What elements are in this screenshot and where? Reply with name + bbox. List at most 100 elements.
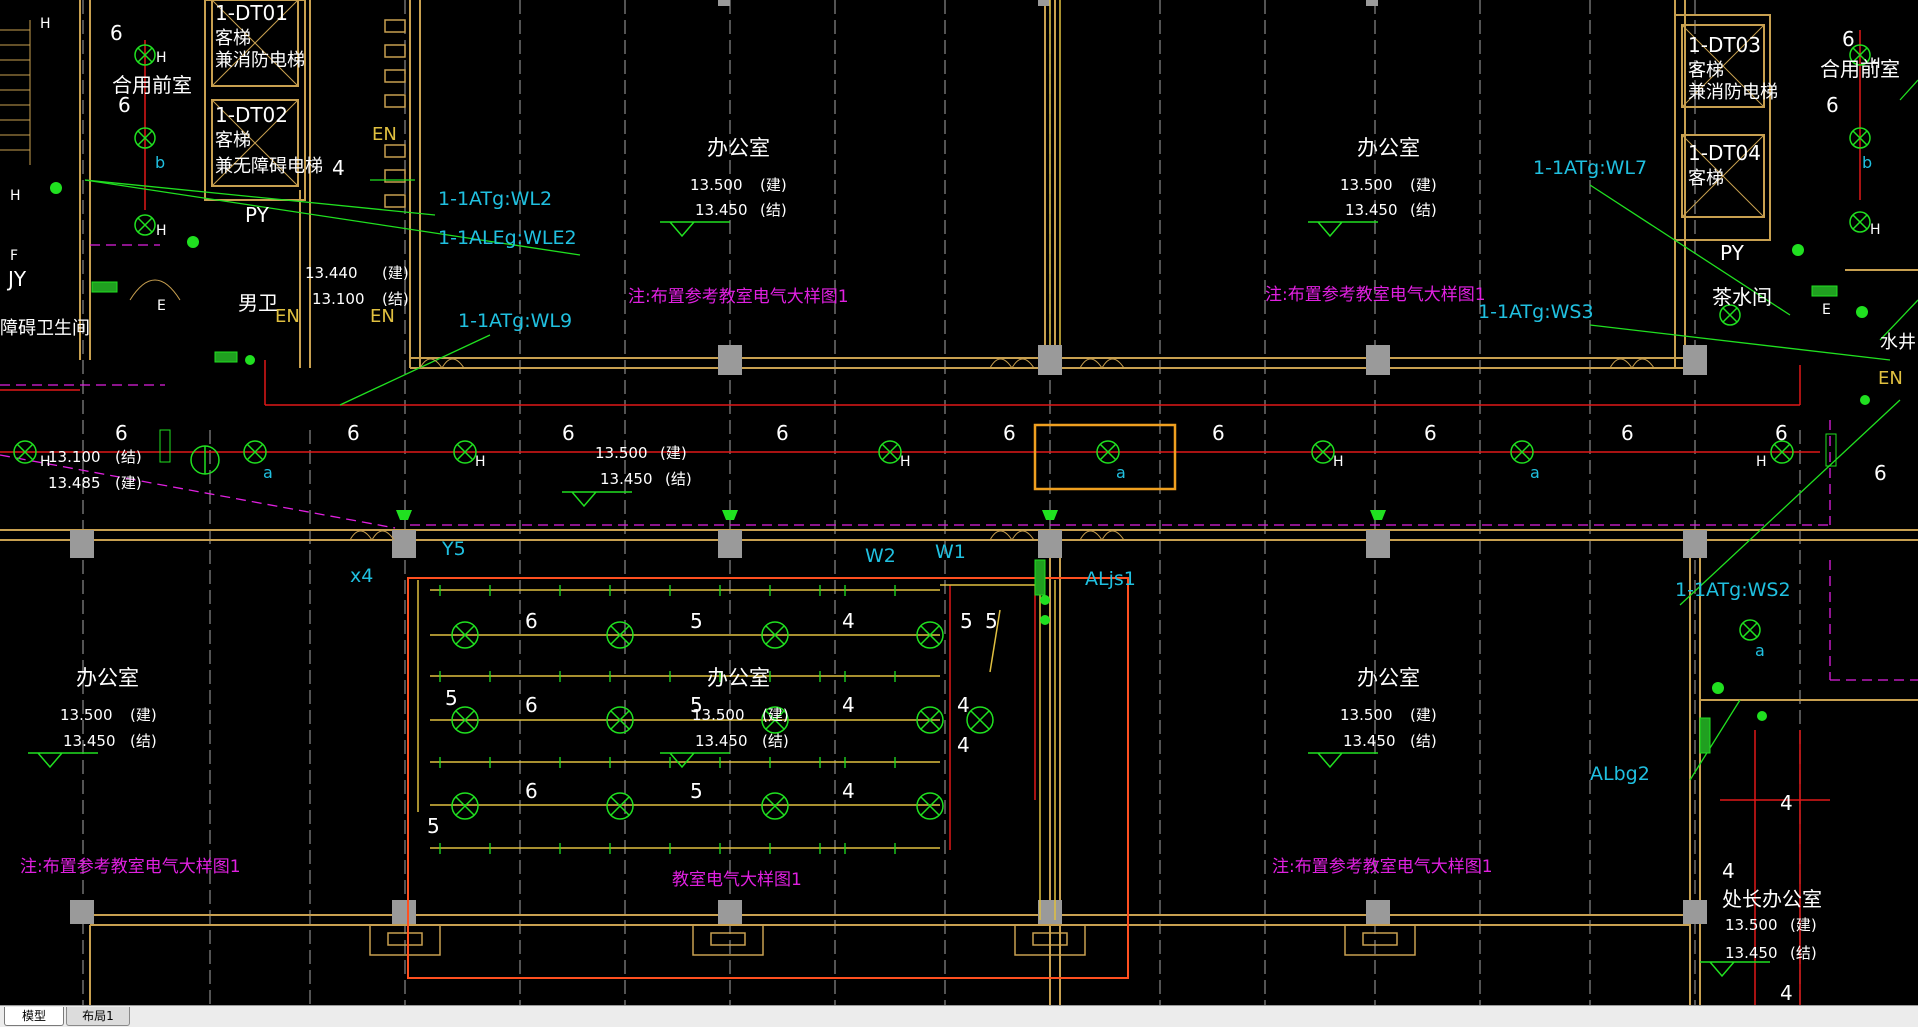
elev-struct-2: 13.450 [1345,201,1398,219]
elev-t-arch-tag: (建) [382,264,409,282]
mark-5: 5 [427,814,440,838]
note-ref-2: 注:布置参考教室电气大样图1 [1265,285,1486,305]
elev-struct-1: 13.450 [695,201,748,219]
distribution-panel-icon [1699,717,1711,754]
mark-5: 5 [690,693,703,717]
note-ref-1: 注:布置参考教室电气大样图1 [628,287,849,307]
elev-arch-6: 13.500 [595,444,648,462]
mark-6: 6 [347,421,360,445]
mark-5: 5 [690,779,703,803]
room-office-1: 办公室 [707,136,770,160]
emergency-light-icon [187,236,199,248]
elevator-dt04-id: 1-DT04 [1688,141,1761,165]
mark-h: H [40,16,51,32]
circuit-w2: W2 [865,545,896,567]
circuit-y5: Y5 [441,538,466,560]
room-en-2: EN [275,306,300,327]
mark-6: 6 [525,609,538,633]
mark-6: 6 [110,21,123,45]
elevator-dt01-line1: 客梯 [215,28,251,49]
cad-drawing-canvas[interactable]: 1-DT01 客梯 兼消防电梯 1-DT02 客梯 兼无障碍电梯 1-DT03 … [0,0,1918,1005]
circuit-w1: W1 [935,541,966,563]
mark-6: 6 [1424,421,1437,445]
room-office-3: 办公室 [76,666,139,690]
room-toilet: 男卫 [238,291,278,315]
elev-struct-tag-4: (结) [762,732,789,750]
mark-5: 5 [960,609,973,633]
distribution-panel-icon [91,281,118,293]
mark-6: 6 [115,421,128,445]
elevator-dt03-id: 1-DT03 [1688,33,1761,57]
circuit-wle2: 1-1ALEg:WLE2 [438,227,577,249]
elev-struct-6: 13.450 [600,470,653,488]
mark-6: 6 [525,693,538,717]
elev-arch-2: 13.500 [1340,176,1393,194]
elev-arch-tag-4: (建) [762,706,789,724]
elev-struct-tag-3: (结) [130,732,157,750]
elev-struct-3: 13.450 [63,732,116,750]
elev-struct-tag-6: (结) [665,470,692,488]
elev-arch-tag-5: (建) [1410,706,1437,724]
mark-6: 6 [118,93,131,117]
elev-c-struct-tag: (建) [115,474,142,492]
elevator-dt01-id: 1-DT01 [215,1,288,25]
room-en-4: EN [1878,368,1903,389]
mark-4: 4 [842,779,855,803]
room-office-4: 办公室 [707,666,770,690]
mark-h: H [900,454,911,470]
elevator-dt02-line2: 兼无障碍电梯 [215,156,323,177]
elev-c-arch: 13.100 [48,448,101,466]
emergency-light-icon [1860,395,1870,405]
circuit-wl7: 1-1ATg:WL7 [1533,157,1647,179]
circuit-albg2: ALbg2 [1590,763,1650,785]
tab-layout1[interactable]: 布局1 [66,1007,130,1026]
elev-t-struct: 13.100 [312,290,365,308]
elev-arch-tag-3: (建) [130,706,157,724]
emergency-light-icon [245,355,255,365]
mark-4: 4 [842,693,855,717]
mark-6: 6 [525,779,538,803]
room-f: F [10,248,18,264]
elev-arch-tag-7: (建) [1790,916,1817,934]
elev-struct-tag-1: (结) [760,201,787,219]
circuit-x4: x4 [350,565,373,587]
distribution-panel-icon [214,351,238,363]
mark-6: 6 [562,421,575,445]
elev-struct-7: 13.450 [1725,944,1778,962]
room-e-2: E [1822,302,1831,318]
room-office-2: 办公室 [1357,136,1420,160]
mark-6: 6 [776,421,789,445]
room-e-1: E [157,298,166,314]
tab-model[interactable]: 模型 [4,1007,64,1026]
room-accessible: 障碍卫生间 [0,318,90,339]
circuit-wl9: 1-1ATg:WL9 [458,310,572,332]
mark-4: 4 [957,733,970,757]
layout-tab-bar: 模型 布局1 [0,1005,1918,1027]
mark-b: b [155,153,165,172]
elev-struct-tag-5: (结) [1410,732,1437,750]
mark-4: 4 [957,693,970,717]
elevator-dt03-line2: 兼消防电梯 [1688,82,1778,103]
distribution-panel-icon [1811,285,1838,297]
mark-6: 6 [1842,27,1855,51]
mark-h: H [156,50,167,66]
room-shared-right: 合用前室 [1820,57,1900,81]
mark-5: 5 [445,686,458,710]
mark-4: 4 [842,609,855,633]
elev-c-struct: 13.485 [48,474,101,492]
mark-h: H [10,188,21,204]
mark-h: H [1756,454,1767,470]
mark-a: a [1530,463,1540,482]
mark-b: b [1862,153,1872,172]
elev-struct-4: 13.450 [695,732,748,750]
note-detail: 教室电气大样图1 [672,870,802,890]
circuit-ws2: 1-1ATg:WS2 [1675,579,1791,601]
mark-h: H [1870,56,1881,72]
mark-4: 4 [1780,981,1793,1005]
mark-5: 5 [690,609,703,633]
elev-arch-tag-6: (建) [660,444,687,462]
elev-arch-3: 13.500 [60,706,113,724]
mark-6: 6 [1775,421,1788,445]
elevator-dt01-line2: 兼消防电梯 [215,50,305,71]
emergency-light-icon [1040,595,1050,605]
